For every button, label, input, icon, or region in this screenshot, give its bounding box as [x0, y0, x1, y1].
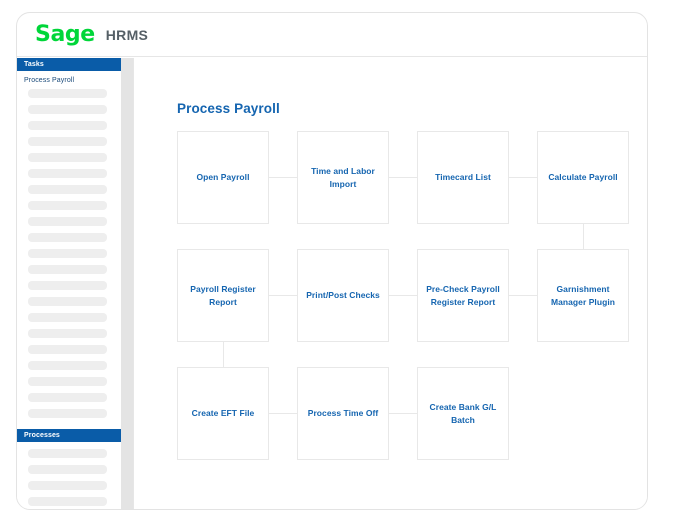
flow-node-process-time-off[interactable]: Process Time Off	[297, 367, 389, 460]
sidebar-placeholder-item[interactable]	[28, 481, 107, 490]
connector-horizontal	[269, 177, 297, 178]
sage-logo: Sage	[35, 21, 95, 47]
main-content: Process Payroll Open Payroll Time and La…	[134, 58, 647, 509]
flow-node-label: Process Time Off	[307, 408, 379, 419]
sidebar-placeholder-item[interactable]	[28, 185, 107, 194]
flow-node-label: Time and Labor Import	[311, 166, 375, 189]
sidebar-placeholder-item[interactable]	[28, 89, 107, 98]
flow-node-create-eft-file[interactable]: Create EFT File	[177, 367, 269, 460]
sidebar-placeholder-item[interactable]	[28, 105, 107, 114]
sidebar-placeholder-item[interactable]	[28, 217, 107, 226]
connector-vertical	[583, 224, 584, 249]
sidebar-scrollbar-track[interactable]	[121, 58, 133, 509]
sidebar-placeholder-item[interactable]	[28, 137, 107, 146]
sidebar-placeholder-item[interactable]	[28, 201, 107, 210]
sidebar-placeholder-item[interactable]	[28, 497, 107, 506]
flow-node-label: Create Bank G/L Batch	[429, 402, 497, 425]
flow-node-payroll-register-report[interactable]: Payroll Register Report	[177, 249, 269, 342]
flow-node-time-and-labor-import[interactable]: Time and Labor Import	[297, 131, 389, 224]
sidebar-placeholder-item[interactable]	[28, 465, 107, 474]
sidebar-placeholder-item[interactable]	[28, 377, 107, 386]
sidebar-placeholder-item[interactable]	[28, 249, 107, 258]
flow-node-calculate-payroll[interactable]: Calculate Payroll	[537, 131, 629, 224]
flow-node-label: Print/Post Checks	[306, 290, 380, 301]
connector-horizontal	[389, 177, 417, 178]
flow-node-label: Pre-Check Payroll Register Report	[426, 284, 500, 307]
sidebar-placeholder-item[interactable]	[28, 361, 107, 370]
flow-node-open-payroll[interactable]: Open Payroll	[177, 131, 269, 224]
connector-horizontal	[389, 413, 417, 414]
connector-horizontal	[389, 295, 417, 296]
flow-node-label: Payroll Register Report	[190, 284, 256, 307]
sidebar-section-header-processes[interactable]: Processes	[17, 429, 121, 442]
sidebar-placeholder-item[interactable]	[28, 313, 107, 322]
flow-node-timecard-list[interactable]: Timecard List	[417, 131, 509, 224]
sidebar-placeholder-item[interactable]	[28, 233, 107, 242]
connector-horizontal	[269, 413, 297, 414]
connector-horizontal	[509, 177, 537, 178]
sidebar-placeholder-item[interactable]	[28, 449, 107, 458]
sidebar-placeholder-item[interactable]	[28, 297, 107, 306]
flow-node-label: Garnishment Manager Plugin	[551, 284, 615, 307]
flow-node-create-bank-gl-batch[interactable]: Create Bank G/L Batch	[417, 367, 509, 460]
sidebar-placeholder-item[interactable]	[28, 265, 107, 274]
sidebar-placeholder-item[interactable]	[28, 409, 107, 418]
sidebar-placeholder-item[interactable]	[28, 153, 107, 162]
flow-node-pre-check-payroll-register-report[interactable]: Pre-Check Payroll Register Report	[417, 249, 509, 342]
connector-horizontal	[269, 295, 297, 296]
sidebar-placeholder-item[interactable]	[28, 281, 107, 290]
page-title: Process Payroll	[177, 101, 280, 116]
flow-node-label: Create EFT File	[191, 408, 255, 419]
flow-node-label: Open Payroll	[196, 172, 250, 183]
connector-horizontal	[509, 295, 537, 296]
sidebar-section-header-tasks[interactable]: Tasks	[17, 58, 121, 71]
flow-node-label: Timecard List	[435, 172, 491, 183]
sidebar: Tasks Process Payroll Processes	[17, 58, 121, 509]
sidebar-placeholder-list-processes	[17, 442, 121, 506]
sidebar-item-process-payroll[interactable]: Process Payroll	[17, 71, 121, 89]
sidebar-placeholder-item[interactable]	[28, 329, 107, 338]
sidebar-placeholder-item[interactable]	[28, 121, 107, 130]
application-panel: Sage HRMS Tasks Process Payroll Processe…	[16, 12, 648, 510]
sidebar-placeholder-item[interactable]	[28, 393, 107, 402]
product-title: HRMS	[105, 26, 149, 43]
sidebar-placeholder-item[interactable]	[28, 345, 107, 354]
sidebar-placeholder-item[interactable]	[28, 169, 107, 178]
flow-node-label: Calculate Payroll	[548, 172, 618, 183]
app-header: Sage HRMS	[17, 13, 647, 57]
connector-vertical	[223, 342, 224, 367]
sidebar-placeholder-list-tasks	[17, 89, 121, 418]
flow-node-garnishment-manager-plugin[interactable]: Garnishment Manager Plugin	[537, 249, 629, 342]
flow-node-print-post-checks[interactable]: Print/Post Checks	[297, 249, 389, 342]
